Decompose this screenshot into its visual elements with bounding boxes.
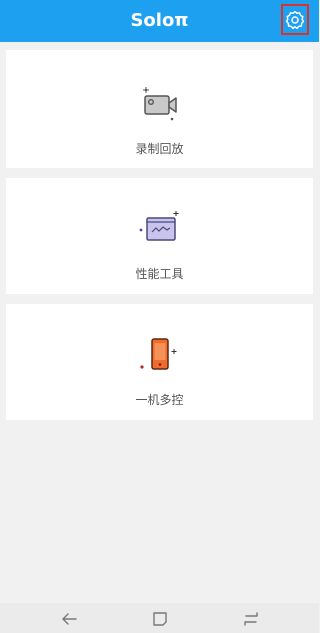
menu-card-performance-tools[interactable]: 性能工具 (6, 178, 313, 294)
menu-card-multi-device-control[interactable]: 一机多控 (6, 304, 313, 420)
icon-container (6, 334, 313, 376)
recent-apps-icon (244, 612, 258, 626)
app-header: Soloπ (0, 0, 319, 42)
settings-button[interactable] (281, 4, 309, 35)
nav-back-button[interactable] (58, 609, 80, 629)
system-navigation-bar (0, 603, 319, 633)
performance-chart-icon (139, 211, 178, 241)
nav-recent-apps-button[interactable] (240, 609, 262, 629)
menu-card-record-replay[interactable]: 录制回放 (6, 50, 313, 168)
phone-icon (139, 338, 176, 370)
nav-home-button[interactable] (149, 609, 171, 629)
app-title: Soloπ (130, 10, 189, 31)
menu-card-label: 录制回放 (135, 142, 184, 156)
home-square-icon (153, 612, 167, 626)
app-screen: Soloπ 录制回放 性能工具 一机多控 (0, 0, 319, 633)
menu-card-label: 性能工具 (135, 267, 184, 281)
back-arrow-icon (62, 613, 77, 625)
gear-icon (285, 10, 305, 29)
icon-container (6, 208, 313, 250)
icon-container (6, 84, 313, 126)
video-camera-icon (142, 87, 177, 121)
menu-card-label: 一机多控 (135, 393, 184, 407)
